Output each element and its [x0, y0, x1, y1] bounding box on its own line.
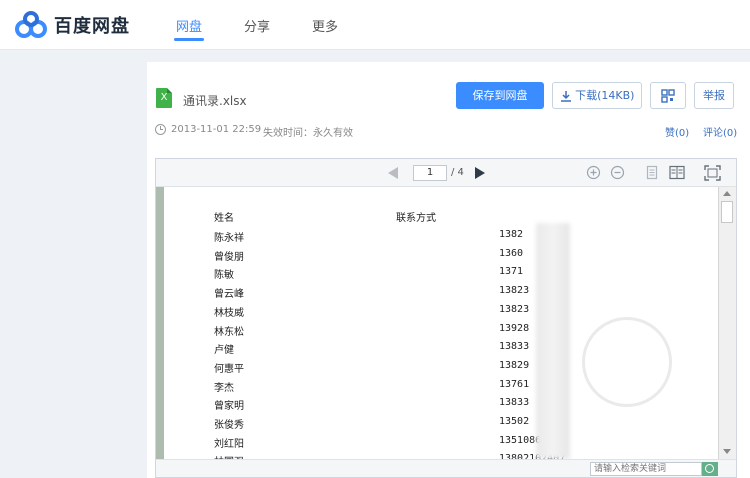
previous-page-icon[interactable]	[388, 167, 398, 179]
column-header-contact: 联系方式	[396, 213, 436, 224]
contact-phone-cell: 13823	[499, 285, 530, 296]
download-label: 下载(14KB)	[575, 89, 635, 102]
contact-phone-cell: 13833	[499, 397, 530, 408]
scrollbar-thumb[interactable]	[721, 201, 733, 223]
contact-name-cell: 曾家明	[214, 401, 244, 412]
contact-phone-cell: 13833	[499, 341, 530, 352]
file-preview-card: X 通讯录.xlsx 保存到网盘 下载(14KB) 举报 2013-11-01 …	[147, 62, 750, 478]
download-button[interactable]: 下载(14KB)	[552, 82, 642, 109]
comment-link[interactable]: 评论(0)	[703, 124, 737, 139]
zoom-in-icon[interactable]	[586, 165, 601, 180]
like-link[interactable]: 赞(0)	[665, 124, 689, 139]
zoom-out-icon[interactable]	[610, 165, 625, 180]
top-navigation-bar: 百度网盘 网盘 分享 更多	[0, 0, 750, 50]
document-search-input[interactable]	[590, 462, 702, 476]
contact-name-cell: 曾云峰	[214, 289, 244, 300]
contact-name-cell: 刘红阳	[214, 439, 244, 450]
report-button[interactable]: 举报	[694, 82, 734, 109]
viewer-toolbar: 1 / 4	[156, 159, 736, 187]
contact-name-cell: 卢健	[214, 345, 234, 356]
contact-phone-cell: 13829	[499, 360, 530, 371]
contact-phone-cell: 1382	[499, 229, 524, 240]
qr-code-icon	[661, 89, 675, 103]
spreadsheet-page: 姓名 联系方式 陈永祥 1382 曾俊朋 1360 陈敏 1371 曾云峰 13823 林枝威 1…	[164, 187, 718, 459]
baidu-netdisk-logo[interactable]	[14, 10, 48, 40]
double-page-view-icon[interactable]	[669, 165, 685, 180]
save-to-netdisk-button[interactable]: 保存到网盘	[456, 82, 544, 109]
contact-name-cell: 张俊秀	[214, 420, 244, 431]
spreadsheet-preview-area: 姓名 联系方式 陈永祥 1382 曾俊朋 1360 陈敏 1371 曾云峰 13823 林枝威 1…	[156, 187, 736, 459]
viewer-bottom-bar	[156, 459, 736, 477]
tab-more[interactable]: 更多	[312, 16, 338, 35]
qr-code-button[interactable]	[650, 82, 686, 109]
page-total: / 4	[451, 167, 464, 178]
contact-phone-cell: 1360	[499, 248, 524, 259]
page-number-input[interactable]: 1	[413, 165, 447, 181]
contact-name-cell: 陈永祥	[214, 233, 244, 244]
brand-name[interactable]: 百度网盘	[54, 12, 130, 38]
contact-phone-cell: 13823	[499, 304, 530, 315]
fullscreen-icon[interactable]	[704, 165, 721, 181]
download-icon	[560, 91, 571, 102]
search-icon[interactable]	[702, 462, 718, 476]
contact-phone-cell: 1371	[499, 266, 524, 277]
watermark-stamp	[582, 317, 672, 407]
scroll-up-icon[interactable]	[723, 191, 731, 196]
contact-name-cell: 林枝威	[214, 308, 244, 319]
scroll-down-icon[interactable]	[723, 449, 731, 454]
contact-name-cell: 曾俊朋	[214, 252, 244, 263]
contact-name-cell: 林东松	[214, 327, 244, 338]
document-viewer: 1 / 4 姓名 联系方式 陈永祥 1382 曾俊朋 1360 陈敏 1371 …	[155, 158, 737, 478]
contact-phone-cell: 13928	[499, 323, 530, 334]
contact-phone-cell: 13502	[499, 416, 530, 427]
clock-icon	[155, 124, 166, 135]
column-header-name: 姓名	[214, 213, 234, 224]
next-page-icon[interactable]	[475, 167, 485, 179]
contact-name-cell: 李杰	[214, 383, 234, 394]
contact-phone-cell: 13761	[499, 379, 530, 390]
excel-file-icon: X	[156, 88, 172, 108]
tab-share[interactable]: 分享	[244, 16, 270, 35]
single-page-view-icon[interactable]	[646, 165, 658, 180]
contact-name-cell: 何惠平	[214, 364, 244, 375]
contact-name-cell: 陈敏	[214, 270, 234, 281]
file-name: 通讯录.xlsx	[183, 94, 247, 108]
active-tab-indicator	[174, 38, 204, 41]
redaction-blur	[536, 223, 570, 459]
vertical-scrollbar[interactable]	[718, 187, 736, 459]
expiry-info: 失效时间：永久有效	[263, 128, 353, 139]
tab-netdisk[interactable]: 网盘	[176, 16, 202, 35]
created-time: 2013-11-01 22:59	[171, 124, 262, 135]
